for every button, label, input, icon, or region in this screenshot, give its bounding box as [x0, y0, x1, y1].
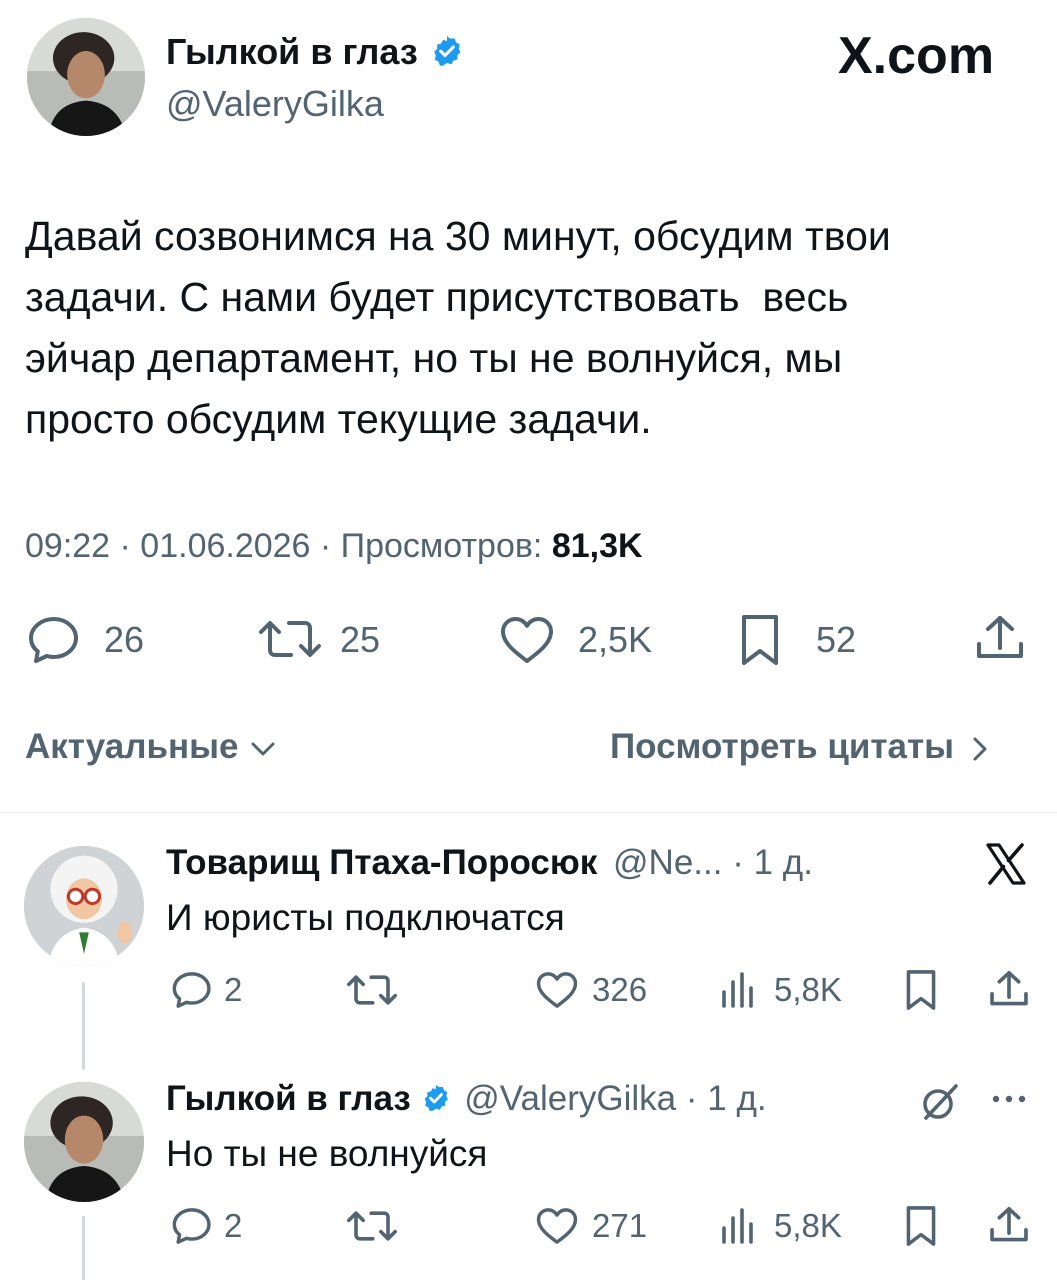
- tweet-text-line: просто обсудим текущие задачи.: [25, 396, 652, 442]
- reply-time[interactable]: · 1 д.: [732, 843, 813, 882]
- like-icon[interactable]: [498, 614, 556, 666]
- views-count: 81,3K: [551, 527, 643, 565]
- view-quotes-label: Посмотреть цитаты: [610, 727, 955, 766]
- like-count: 2,5K: [578, 619, 653, 660]
- like-icon[interactable]: [534, 970, 580, 1010]
- reply-count: 2: [224, 971, 243, 1008]
- reply-text: Но ты не волнуйся: [166, 1133, 488, 1174]
- bookmark-count: 52: [816, 619, 857, 660]
- tweet-meta: 09:22 · 01.06.2026 · Просмотров: 81,3K: [25, 526, 643, 566]
- verified-badge-icon: [424, 1084, 448, 1111]
- chevron-right-icon: [973, 737, 987, 761]
- author-avatar[interactable]: [27, 18, 145, 136]
- retweet-icon[interactable]: [258, 614, 322, 664]
- timestamp-date[interactable]: 09:22 · 01.06.2026 · Просмотров:: [25, 527, 552, 565]
- tweet-text-line: эйчар департамент, но ты не волнуйся, мы: [25, 335, 843, 381]
- views-count: 5,8K: [774, 971, 842, 1008]
- views-count: 5,8K: [774, 1207, 842, 1244]
- grok-icon[interactable]: [918, 1082, 962, 1122]
- x-logo-icon: [986, 843, 1026, 885]
- sort-dropdown[interactable]: Актуальные: [25, 726, 276, 768]
- share-icon[interactable]: [988, 968, 1030, 1010]
- bookmark-icon[interactable]: [736, 612, 784, 668]
- reply-count: 26: [104, 619, 145, 660]
- retweet-icon[interactable]: [346, 970, 398, 1010]
- like-icon[interactable]: [534, 1206, 580, 1246]
- retweet-icon[interactable]: [346, 1206, 398, 1246]
- tweet-text-line: задачи. С нами будет присутствовать весь: [25, 274, 849, 320]
- tweet-text: Давай созвонимся на 30 минут, обсудим тв…: [25, 206, 1035, 450]
- reply-count: 2: [224, 1207, 243, 1244]
- bookmark-icon[interactable]: [902, 968, 940, 1012]
- x-logo: X.com: [838, 27, 995, 85]
- views-icon[interactable]: [720, 1208, 758, 1244]
- view-quotes-link[interactable]: Посмотреть цитаты: [610, 726, 990, 768]
- reply-text: И юристы подключатся: [166, 897, 565, 938]
- reply-avatar[interactable]: [24, 1082, 144, 1202]
- verified-badge-icon: [433, 36, 461, 67]
- chevron-down-icon: [251, 742, 275, 756]
- thread-line: [82, 982, 85, 1070]
- reply-icon[interactable]: [26, 614, 82, 666]
- share-icon[interactable]: [974, 612, 1026, 664]
- reply-icon[interactable]: [170, 1206, 214, 1246]
- author-name[interactable]: Гылкой в глаз: [166, 30, 464, 74]
- tweet-text-line: Давай созвонимся на 30 минут, обсудим тв…: [25, 213, 891, 259]
- section-divider: [0, 812, 1057, 813]
- more-options-icon[interactable]: [990, 1092, 1028, 1106]
- author-handle[interactable]: @ValeryGilka: [166, 82, 384, 126]
- share-icon[interactable]: [988, 1204, 1030, 1246]
- like-count: 271: [592, 1207, 648, 1244]
- sort-label: Актуальные: [25, 727, 239, 766]
- reply-author-name[interactable]: Гылкой в глаз: [166, 1079, 411, 1118]
- reply-time[interactable]: · 1 д.: [686, 1079, 767, 1118]
- views-icon[interactable]: [720, 972, 758, 1008]
- reply-author-name[interactable]: Товарищ Птаха-Поросюк: [166, 843, 597, 882]
- reply-author-handle[interactable]: @ValeryGilka: [464, 1079, 676, 1118]
- reply-header: Товарищ Птаха-Поросюк @Ne... · 1 д.: [166, 842, 813, 884]
- retweet-count: 25: [340, 619, 381, 660]
- reply-author-handle[interactable]: @Ne...: [613, 843, 722, 882]
- thread-line: [82, 1216, 85, 1280]
- reply-icon[interactable]: [170, 970, 214, 1010]
- reply-avatar[interactable]: [24, 846, 144, 966]
- reply-header: Гылкой в глаз @ValeryGilka · 1 д.: [166, 1078, 767, 1120]
- like-count: 326: [592, 971, 648, 1008]
- bookmark-icon[interactable]: [902, 1204, 940, 1248]
